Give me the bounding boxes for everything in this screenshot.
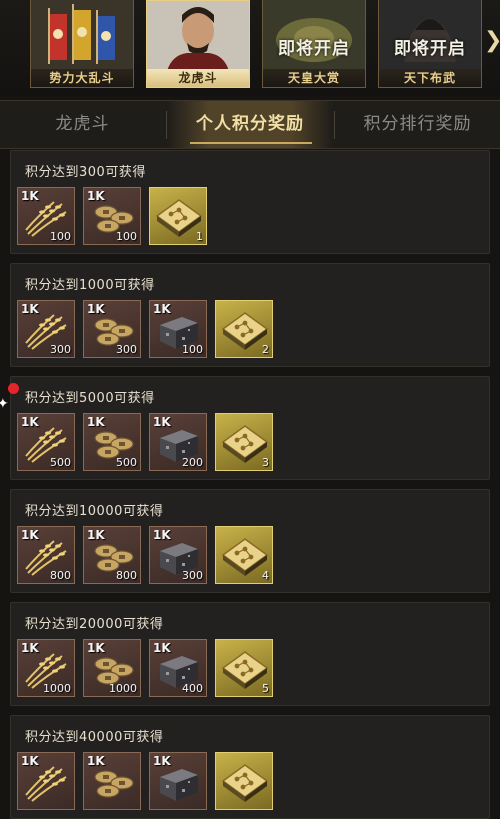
item-tier-badge: 1K bbox=[21, 754, 39, 768]
reward-row: 积分达到300可获得 1K 100 1K 100 1 bbox=[10, 150, 490, 254]
chevron-right-icon[interactable]: ❯ bbox=[484, 28, 500, 54]
item-tier-badge: 1K bbox=[153, 415, 171, 429]
reward-item[interactable]: 1K 800 bbox=[83, 526, 141, 584]
item-tier-badge: 1K bbox=[87, 189, 105, 203]
item-quantity: 100 bbox=[116, 230, 137, 243]
item-quantity: 100 bbox=[182, 343, 203, 356]
item-tier-badge: 1K bbox=[21, 415, 39, 429]
reward-row: 积分达到40000可获得 1K 1K 1K bbox=[10, 715, 490, 819]
reward-item[interactable]: 1K 300 bbox=[83, 300, 141, 358]
reward-threshold-label: 积分达到300可获得 bbox=[25, 165, 146, 180]
item-quantity: 400 bbox=[182, 682, 203, 695]
item-tier-badge: 1K bbox=[87, 415, 105, 429]
item-tier-badge: 1K bbox=[87, 641, 105, 655]
reward-threshold-label: 积分达到20000可获得 bbox=[25, 617, 164, 632]
item-tier-badge: 1K bbox=[87, 302, 105, 316]
item-quantity: 500 bbox=[116, 456, 137, 469]
iron-ore-icon bbox=[154, 763, 204, 803]
warlord-portrait-icon bbox=[147, 1, 249, 71]
reward-item[interactable]: 2 bbox=[215, 300, 273, 358]
active-tab-indicator bbox=[190, 142, 312, 144]
reward-item[interactable]: 1K 200 bbox=[149, 413, 207, 471]
notification-dot bbox=[8, 383, 19, 394]
item-tier-badge: 1K bbox=[21, 528, 39, 542]
item-tier-badge: 1K bbox=[87, 754, 105, 768]
banner-flags-icon bbox=[31, 0, 133, 70]
event-name: 天皇大赏 bbox=[263, 69, 365, 87]
reward-item[interactable]: 1K 100 bbox=[149, 300, 207, 358]
reward-row: 积分达到1000可获得 1K 300 1K 300 1K 100 2 bbox=[10, 263, 490, 367]
event-name: 龙虎斗 bbox=[147, 69, 249, 87]
event-card-faction-brawl[interactable]: 势力大乱斗 bbox=[30, 0, 134, 88]
item-tier-badge: 1K bbox=[21, 641, 39, 655]
item-quantity: 800 bbox=[116, 569, 137, 582]
reward-item[interactable]: 1 bbox=[149, 187, 207, 245]
reward-row: 积分达到5000可获得 1K 500 1K 500 1K 200 3 bbox=[10, 376, 490, 480]
reward-item[interactable]: 1K 800 bbox=[17, 526, 75, 584]
item-quantity: 1000 bbox=[109, 682, 137, 695]
reward-item[interactable]: 5 bbox=[215, 639, 273, 697]
item-tier-badge: 1K bbox=[153, 754, 171, 768]
rice-icon bbox=[22, 763, 72, 803]
item-quantity: 2 bbox=[262, 343, 269, 356]
item-quantity: 800 bbox=[50, 569, 71, 582]
item-tier-badge: 1K bbox=[87, 528, 105, 542]
reward-item[interactable]: 1K 1000 bbox=[83, 639, 141, 697]
event-name: 天下布武 bbox=[379, 69, 481, 87]
sparkle-icon: ✦ bbox=[0, 396, 9, 412]
reward-item[interactable]: 1K 1000 bbox=[17, 639, 75, 697]
reward-row: 积分达到10000可获得 1K 800 1K 800 1K 300 4 bbox=[10, 489, 490, 593]
reward-item[interactable]: 3 bbox=[215, 413, 273, 471]
reward-threshold-label: 积分达到40000可获得 bbox=[25, 730, 164, 745]
coins-icon bbox=[88, 763, 138, 803]
reward-item[interactable]: 1K 500 bbox=[17, 413, 75, 471]
reward-threshold-label: 积分达到10000可获得 bbox=[25, 504, 164, 519]
event-strip: 势力大乱斗 龙虎斗 即将开启 天皇大赏 即将开启 天下布武 bbox=[0, 0, 500, 96]
reward-item[interactable]: 1K 300 bbox=[149, 526, 207, 584]
item-tier-badge: 1K bbox=[21, 302, 39, 316]
coming-soon-label: 即将开启 bbox=[394, 39, 466, 59]
tab-ranking-reward[interactable]: 积分排行奖励 bbox=[335, 101, 500, 148]
tab-personal-points-reward[interactable]: 个人积分奖励 bbox=[167, 101, 333, 148]
reward-threshold-label: 积分达到5000可获得 bbox=[25, 391, 155, 406]
reward-item[interactable]: 1K 100 bbox=[83, 187, 141, 245]
event-name: 势力大乱斗 bbox=[31, 69, 133, 87]
reward-item[interactable]: 1K 500 bbox=[83, 413, 141, 471]
item-quantity: 1000 bbox=[43, 682, 71, 695]
item-quantity: 1 bbox=[196, 230, 203, 243]
event-card-dragon-tiger[interactable]: 龙虎斗 bbox=[146, 0, 250, 88]
coming-soon-label: 即将开启 bbox=[278, 39, 350, 59]
item-tier-badge: 1K bbox=[153, 641, 171, 655]
reward-item[interactable]: 1K 300 bbox=[17, 300, 75, 358]
item-quantity: 200 bbox=[182, 456, 203, 469]
item-quantity: 5 bbox=[262, 682, 269, 695]
item-quantity: 300 bbox=[116, 343, 137, 356]
item-quantity: 500 bbox=[50, 456, 71, 469]
item-quantity: 300 bbox=[182, 569, 203, 582]
item-tier-badge: 1K bbox=[21, 189, 39, 203]
item-quantity: 3 bbox=[262, 456, 269, 469]
reward-item[interactable]: 4 bbox=[215, 526, 273, 584]
event-card-emperor-award[interactable]: 即将开启 天皇大赏 bbox=[262, 0, 366, 88]
item-tier-badge: 1K bbox=[153, 528, 171, 542]
item-tier-badge: 1K bbox=[153, 302, 171, 316]
tab-dragon-tiger[interactable]: 龙虎斗 bbox=[0, 101, 165, 148]
reward-item[interactable]: 1K 400 bbox=[149, 639, 207, 697]
reward-row: 积分达到20000可获得 1K 1000 1K 1000 1K 400 5 bbox=[10, 602, 490, 706]
reward-item[interactable]: 1K 100 bbox=[17, 187, 75, 245]
item-quantity: 100 bbox=[50, 230, 71, 243]
reward-threshold-label: 积分达到1000可获得 bbox=[25, 278, 155, 293]
event-card-tenka-fubu[interactable]: 即将开启 天下布武 bbox=[378, 0, 482, 88]
item-quantity: 300 bbox=[50, 343, 71, 356]
scroll-box-icon bbox=[220, 763, 270, 803]
item-quantity: 4 bbox=[262, 569, 269, 582]
